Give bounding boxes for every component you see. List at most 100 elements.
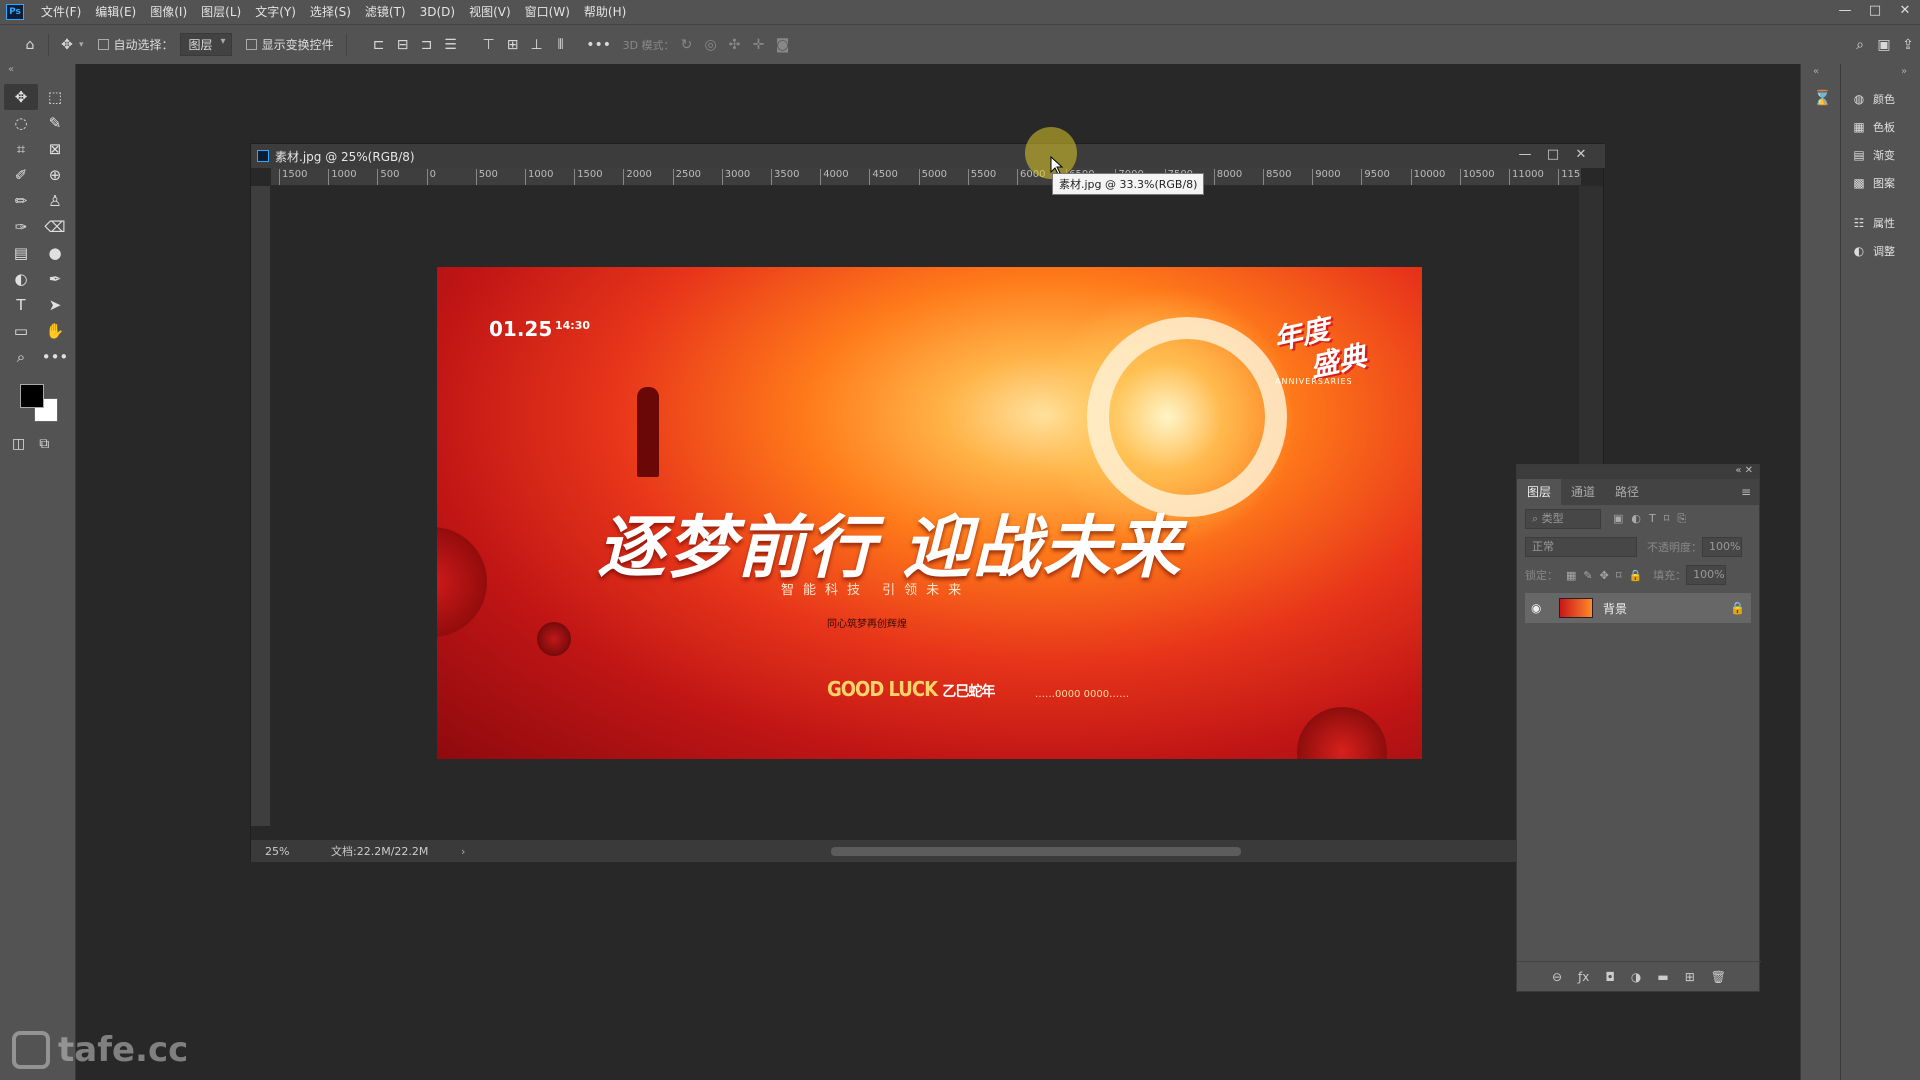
align-top-icon[interactable]: ⊤ (477, 33, 501, 57)
marquee-tool-icon[interactable]: ⬚ (38, 84, 72, 110)
share-icon[interactable]: ⇪ (1896, 33, 1920, 57)
path-select-tool-icon[interactable]: ➤ (38, 292, 72, 318)
maximize-button[interactable]: □ (1860, 0, 1890, 24)
layer-filter-dropdown[interactable]: ⌕ 类型 (1525, 509, 1601, 529)
lasso-tool-icon[interactable]: ◌ (4, 110, 38, 136)
panel-swatches[interactable]: ▦ 色板 (1841, 113, 1920, 141)
dodge-tool-icon[interactable]: ◐ (4, 266, 38, 292)
doc-close-button[interactable]: ✕ (1567, 144, 1595, 166)
minimize-button[interactable]: — (1830, 0, 1860, 24)
chevron-right-icon[interactable]: › (461, 845, 465, 858)
tab-layers[interactable]: 图层 (1517, 479, 1562, 505)
search-icon[interactable]: ⌕ (1848, 33, 1872, 57)
3d-camera-icon[interactable]: ◙ (771, 33, 795, 57)
align-right-icon[interactable]: ⊐ (415, 33, 439, 57)
link-icon[interactable]: ⊖ (1552, 970, 1562, 984)
document-title-bar[interactable]: 素材.jpg @ 25%(RGB/8) — □ ✕ (251, 144, 1605, 168)
panel-adjustments[interactable]: ◐ 调整 (1841, 237, 1920, 265)
panel-color[interactable]: ◍ 颜色 (1841, 85, 1920, 113)
align-center-h-icon[interactable]: ⊟ (391, 33, 415, 57)
3d-roll-icon[interactable]: ◎ (699, 33, 723, 57)
canvas-artwork[interactable]: 01.25 14:30 年度 盛典 ANNIVERSARIES 逐梦前行 迎战未… (437, 267, 1422, 759)
blend-mode-dropdown[interactable]: 正常 (1525, 537, 1637, 557)
new-layer-icon[interactable]: ⊞ (1685, 970, 1695, 984)
zoom-level[interactable]: 25% (251, 845, 301, 858)
frame-tool-icon[interactable]: ⊠ (38, 136, 72, 162)
menu-view[interactable]: 视图(V) (462, 0, 518, 24)
distribute-h-icon[interactable]: ⫴ (549, 33, 573, 57)
menu-edit[interactable]: 编辑(E) (88, 0, 143, 24)
stamp-tool-icon[interactable]: ♙ (38, 188, 72, 214)
distribute-v-icon[interactable]: ☰ (439, 33, 463, 57)
menu-select[interactable]: 选择(S) (303, 0, 358, 24)
menu-3d[interactable]: 3D(D) (413, 0, 462, 24)
layer-lock-icon[interactable]: 🔒 (1730, 601, 1745, 615)
more-tools-icon[interactable]: ••• (38, 344, 72, 370)
crop-tool-icon[interactable]: ⌗ (4, 136, 38, 162)
opacity-input[interactable]: 100% (1702, 537, 1742, 557)
auto-select-checkbox[interactable]: 自动选择： (97, 36, 174, 53)
menu-filter[interactable]: 滤镜(T) (358, 0, 413, 24)
rectangle-tool-icon[interactable]: ▭ (4, 318, 38, 344)
panel-properties[interactable]: ☷ 属性 (1841, 209, 1920, 237)
blur-tool-icon[interactable]: ● (38, 240, 72, 266)
history-brush-tool-icon[interactable]: ✑ (4, 214, 38, 240)
horizontal-scroll-thumb[interactable] (831, 847, 1241, 856)
doc-minimize-button[interactable]: — (1511, 144, 1539, 166)
quick-mask-icon[interactable]: ◫ (12, 436, 25, 452)
screen-mode-icon[interactable]: ⧉ (39, 436, 49, 452)
pen-tool-icon[interactable]: ✒ (38, 266, 72, 292)
doc-maximize-button[interactable]: □ (1539, 144, 1567, 166)
foreground-color-swatch[interactable] (20, 384, 44, 408)
menu-layer[interactable]: 图层(L) (194, 0, 248, 24)
fill-input[interactable]: 100% (1686, 565, 1727, 585)
workspace-icon[interactable]: ▣ (1872, 33, 1896, 57)
collapse-arrows-icon[interactable]: « (0, 64, 75, 78)
3d-pan-icon[interactable]: ✣ (723, 33, 747, 57)
panel-collapse-bar[interactable]: « ✕ (1517, 465, 1759, 479)
collapse-arrows-icon[interactable]: » (1841, 64, 1920, 85)
horizontal-ruler[interactable]: 1500 1000 500 0 500 1000 1500 2000 2500 3000 3500 4… (271, 168, 1581, 186)
filter-icons[interactable]: ▣◐T⌑⎘ (1613, 512, 1694, 526)
trash-icon[interactable]: 🗑 (1711, 970, 1726, 984)
align-bottom-icon[interactable]: ⊥ (525, 33, 549, 57)
mask-icon[interactable]: ◘ (1605, 970, 1615, 984)
more-options-button[interactable]: ••• (586, 33, 611, 57)
menu-image[interactable]: 图像(I) (143, 0, 194, 24)
layer-row-background[interactable]: ◉ 背景 🔒 (1525, 593, 1751, 623)
auto-select-dropdown[interactable]: 图层 (179, 33, 232, 56)
gradient-tool-icon[interactable]: ▤ (4, 240, 38, 266)
chevron-down-icon[interactable]: ▾ (79, 40, 84, 50)
align-left-icon[interactable]: ⊏ (367, 33, 391, 57)
history-icon[interactable]: ⌛ (1801, 77, 1840, 107)
panel-menu-icon[interactable]: ≡ (1741, 485, 1751, 499)
panel-patterns[interactable]: ▩ 图案 (1841, 169, 1920, 197)
move-tool-icon[interactable]: ✥ (4, 84, 38, 110)
horizontal-scrollbar[interactable] (491, 845, 1591, 857)
move-tool-preset-icon[interactable]: ✥ (55, 33, 79, 57)
zoom-tool-icon[interactable]: ⌕ (4, 344, 38, 370)
hand-tool-icon[interactable]: ✋ (38, 318, 72, 344)
menu-type[interactable]: 文字(Y) (248, 0, 303, 24)
align-middle-icon[interactable]: ⊞ (501, 33, 525, 57)
spot-healing-tool-icon[interactable]: ⊕ (38, 162, 72, 188)
eraser-tool-icon[interactable]: ⌫ (38, 214, 72, 240)
brush-tool-icon[interactable]: ✏ (4, 188, 38, 214)
close-button[interactable]: ✕ (1890, 0, 1920, 24)
quick-select-tool-icon[interactable]: ✎ (38, 110, 72, 136)
panel-gradients[interactable]: ▤ 渐变 (1841, 141, 1920, 169)
color-swatches[interactable] (20, 384, 66, 430)
menu-help[interactable]: 帮助(H) (577, 0, 633, 24)
fx-icon[interactable]: ƒx (1578, 970, 1589, 984)
collapse-arrows-icon[interactable]: « (1801, 64, 1840, 77)
3d-slide-icon[interactable]: ✛ (747, 33, 771, 57)
show-transform-checkbox[interactable]: 显示变换控件 (245, 36, 334, 53)
type-tool-icon[interactable]: T (4, 292, 38, 318)
tab-paths[interactable]: 路径 (1605, 479, 1649, 505)
tab-channels[interactable]: 通道 (1561, 479, 1605, 505)
document-size-info[interactable]: 文档:22.2M/22.2M (301, 843, 441, 859)
folder-icon[interactable]: ▬ (1657, 970, 1668, 984)
lock-icons[interactable]: ▦✎✥⌑🔒 (1566, 569, 1649, 582)
eyedropper-tool-icon[interactable]: ✐ (4, 162, 38, 188)
adjust-icon[interactable]: ◑ (1631, 970, 1641, 984)
